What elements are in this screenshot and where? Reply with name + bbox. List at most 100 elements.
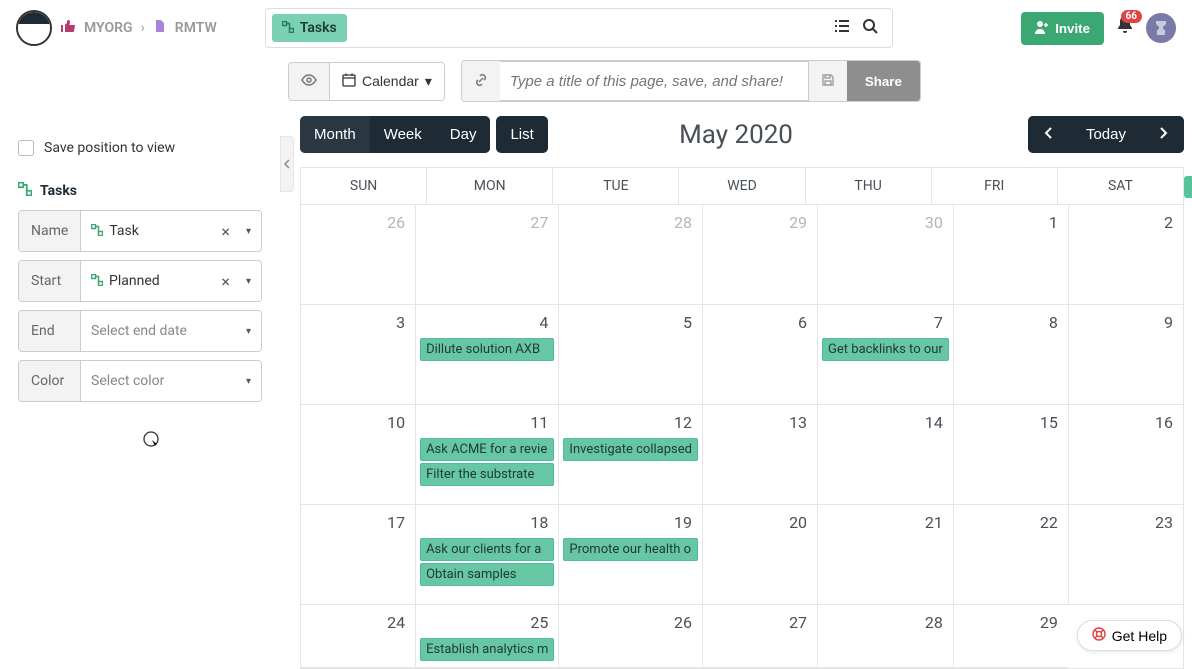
tab-month[interactable]: Month xyxy=(300,116,370,153)
calendar-cell[interactable]: 21 xyxy=(817,505,953,605)
calendar-cell[interactable]: 23 xyxy=(1068,505,1183,605)
clear-icon[interactable]: × xyxy=(215,272,236,291)
calendar-cell[interactable]: 10 xyxy=(300,405,415,505)
tab-day[interactable]: Day xyxy=(436,116,491,153)
calendar-cell[interactable]: 15 xyxy=(953,405,1068,505)
search-icon[interactable] xyxy=(862,18,878,38)
get-help-button[interactable]: Get Help xyxy=(1077,620,1182,651)
search-bar[interactable]: Tasks xyxy=(265,8,893,48)
calendar-cell[interactable]: 26 xyxy=(300,205,415,305)
calendar-cell[interactable]: 9 xyxy=(1068,305,1183,405)
calendar-cell[interactable]: 27 xyxy=(415,205,558,305)
calendar-cell[interactable]: 11Ask ACME for a revieFilter the substra… xyxy=(415,405,558,505)
breadcrumb-project[interactable]: RMTW xyxy=(175,20,217,36)
calendar-cell[interactable]: 1 xyxy=(953,205,1068,305)
prev-button[interactable] xyxy=(1028,116,1070,153)
notifications[interactable]: 66 xyxy=(1114,14,1136,42)
calendar-date: 28 xyxy=(563,209,698,236)
calendar-cell[interactable]: 29 xyxy=(702,205,817,305)
calendar-event[interactable]: Investigate collapsed xyxy=(563,438,698,461)
app-avatar[interactable] xyxy=(16,10,52,46)
calendar-cell[interactable]: 16 xyxy=(1068,405,1183,505)
caret-down-icon[interactable]: ▾ xyxy=(242,376,251,387)
field-start[interactable]: Start Planned × ▾ xyxy=(18,260,262,302)
share-button[interactable]: Share xyxy=(847,61,920,101)
calendar-cell[interactable]: 8 xyxy=(953,305,1068,405)
calendar-cell[interactable]: 30 xyxy=(817,205,953,305)
sidebar-collapse[interactable] xyxy=(280,136,294,192)
calendar-event[interactable]: Establish analytics m xyxy=(420,638,554,661)
breadcrumb: MYORG › RMTW xyxy=(60,18,217,38)
file-icon xyxy=(153,19,167,37)
view-tabs: Month Week Day xyxy=(300,116,490,153)
invite-button[interactable]: Invite xyxy=(1021,12,1104,45)
calendar-cell[interactable]: 3 xyxy=(300,305,415,405)
calendar-event[interactable]: Dillute solution AXB xyxy=(420,338,554,361)
calendar-cell[interactable]: 29 xyxy=(953,605,1068,668)
calendar-event[interactable]: Ask our clients for a xyxy=(420,538,554,561)
calendar-icon xyxy=(342,73,356,90)
calendar-event[interactable]: Obtain samples xyxy=(420,563,554,586)
next-button[interactable] xyxy=(1142,116,1184,153)
calendar-event[interactable]: Get backlinks to our xyxy=(822,338,949,361)
calendar-cell[interactable]: 14 xyxy=(817,405,953,505)
calendar-cell[interactable]: 22 xyxy=(953,505,1068,605)
calendar-event[interactable]: Ask ACME for a revie xyxy=(420,438,554,461)
link-icon xyxy=(474,73,488,90)
calendar-event[interactable]: Filter the substrate xyxy=(420,463,554,486)
today-button[interactable]: Today xyxy=(1070,116,1142,153)
calendar-event[interactable]: Promote our health o xyxy=(563,538,698,561)
calendar-dropdown[interactable]: Calendar ▾ xyxy=(329,63,444,100)
calendar-date: 27 xyxy=(420,209,554,236)
page-title-input[interactable] xyxy=(500,61,809,101)
tasks-chip[interactable]: Tasks xyxy=(272,14,347,42)
calendar-cell[interactable]: 4Dillute solution AXB xyxy=(415,305,558,405)
calendar-cell[interactable]: 12Investigate collapsed xyxy=(558,405,702,505)
calendar-cell[interactable]: 6 xyxy=(702,305,817,405)
calendar-date: 9 xyxy=(1073,309,1179,336)
calendar-nav: Today xyxy=(1028,116,1184,153)
save-button[interactable] xyxy=(809,61,847,101)
calendar-date: 3 xyxy=(305,309,411,336)
calendar-date: 23 xyxy=(1073,509,1179,536)
pipeline-icon xyxy=(91,274,103,289)
calendar-cell[interactable]: 28 xyxy=(817,605,953,668)
notification-badge: 66 xyxy=(1121,10,1142,23)
user-avatar[interactable] xyxy=(1146,13,1176,43)
clear-icon[interactable]: × xyxy=(215,222,236,241)
calendar-cell[interactable]: 19Promote our health o xyxy=(558,505,702,605)
calendar-cell[interactable]: 24 xyxy=(300,605,415,668)
save-icon xyxy=(821,73,835,90)
calendar-cell[interactable]: 25Establish analytics m xyxy=(415,605,558,668)
link-button[interactable] xyxy=(462,61,500,101)
calendar-cell[interactable]: 7Get backlinks to our xyxy=(817,305,953,405)
calendar-cell[interactable]: 20 xyxy=(702,505,817,605)
calendar-cell[interactable]: 26 xyxy=(558,605,702,668)
calendar-date: 2 xyxy=(1073,209,1179,236)
calendar-cell[interactable]: 28 xyxy=(558,205,702,305)
caret-down-icon[interactable]: ▾ xyxy=(242,226,251,237)
calendar-date: 26 xyxy=(563,609,698,636)
caret-down-icon[interactable]: ▾ xyxy=(242,326,251,337)
field-end[interactable]: End Select end date ▾ xyxy=(18,310,262,352)
visibility-button[interactable] xyxy=(289,63,329,100)
tab-list[interactable]: List xyxy=(496,116,547,153)
calendar-cell[interactable]: 5 xyxy=(558,305,702,405)
calendar-cell[interactable]: 27 xyxy=(702,605,817,668)
calendar-date: 26 xyxy=(305,209,411,236)
calendar-cell[interactable]: 13 xyxy=(702,405,817,505)
calendar-cell[interactable]: 18Ask our clients for aObtain samples xyxy=(415,505,558,605)
chevron-right-icon: › xyxy=(141,20,145,36)
field-color[interactable]: Color Select color ▾ xyxy=(18,360,262,402)
tab-week[interactable]: Week xyxy=(370,116,436,153)
side-tab[interactable] xyxy=(1184,176,1192,198)
field-name[interactable]: Name Task × ▾ xyxy=(18,210,262,252)
calendar-cell[interactable]: 17 xyxy=(300,505,415,605)
calendar-cell[interactable]: 2 xyxy=(1068,205,1183,305)
save-position-checkbox[interactable]: Save position to view xyxy=(18,140,262,156)
calendar-date: 24 xyxy=(305,609,411,636)
breadcrumb-org[interactable]: MYORG xyxy=(84,20,133,36)
calendar-date: 5 xyxy=(563,309,698,336)
list-view-icon[interactable] xyxy=(834,18,850,38)
caret-down-icon[interactable]: ▾ xyxy=(242,276,251,287)
